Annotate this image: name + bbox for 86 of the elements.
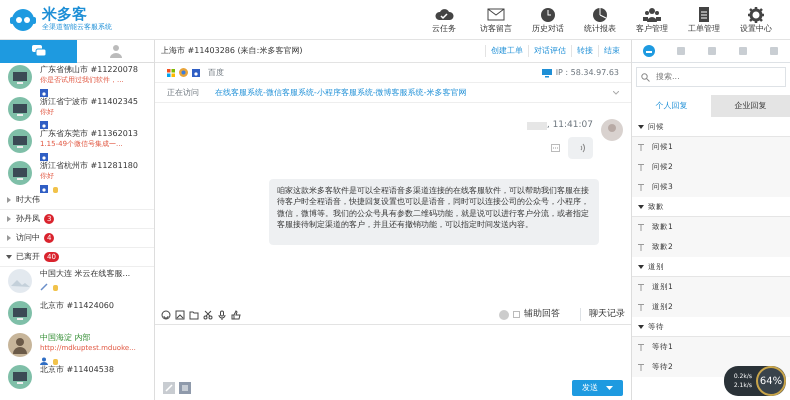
microphone-icon[interactable]: [217, 310, 227, 320]
text-icon: [638, 344, 644, 350]
action-button[interactable]: 转接: [571, 45, 598, 57]
blurred-name: [526, 122, 547, 130]
visiting-label: 正在访问: [167, 86, 199, 98]
text-icon: [638, 304, 644, 310]
monitor-avatar-icon: [8, 129, 32, 153]
action-button[interactable]: 结束: [598, 45, 625, 57]
hand-icon: [52, 357, 59, 365]
list-icon[interactable]: [179, 382, 191, 394]
headset-mascot-icon: [8, 6, 38, 32]
text-icon: [638, 224, 644, 230]
gear-icon[interactable]: [746, 4, 766, 22]
person-icon: [108, 44, 122, 58]
group-label: 访问中: [16, 232, 40, 244]
group-label: 已离开: [16, 251, 40, 263]
emoji-icon[interactable]: [161, 310, 171, 320]
paw-icon: [192, 68, 200, 76]
message-bubble: 咱家这款米多客软件是可以全程语音多渠道连接的在线客服软件，可以帮助我们客服在接待客户时全程语音，快捷回复设置也可以是语音，同时可以连接公司的公众号，小程序，微信，微博等。我们的公众号具有参数二维码功能，就是说可以进行客户分流，或者指定客服接待制定渠道的客户，并且还有撤销功能，可以指定时间发送内容。: [269, 178, 599, 245]
visitor-name[interactable]: 北京市 #11424060: [40, 301, 114, 311]
monitor-avatar-icon: [8, 161, 32, 185]
action-button[interactable]: 创建工单: [485, 45, 528, 57]
assist-checkbox[interactable]: [513, 311, 520, 318]
monitor-avatar-icon: [8, 365, 32, 389]
group-label: 孙丹凤: [16, 213, 40, 225]
browser-logo-icon: [179, 68, 188, 77]
chats-tab[interactable]: [0, 40, 77, 63]
text-icon: [638, 364, 644, 370]
text-icon: [638, 144, 644, 150]
monitor-avatar-icon: [8, 301, 32, 325]
monitor-avatar-icon: [8, 97, 32, 121]
assist-label: 辅助回答: [524, 308, 560, 321]
nav-label[interactable]: 工单管理: [688, 22, 720, 34]
scissors-icon[interactable]: [203, 310, 213, 320]
text-icon: [638, 244, 644, 250]
more-icon: [551, 144, 560, 152]
chat-title: 上海市 #11403286 (来自:米多客官网): [161, 45, 302, 57]
image-icon[interactable]: [175, 310, 185, 320]
visitor-name[interactable]: 中国大连 米云在线客服...: [40, 269, 130, 279]
landscape-avatar-icon: [8, 269, 32, 293]
monitor-avatar-icon: [8, 65, 32, 89]
visiting-link[interactable]: 在线客服系统-微信客服系统-小程序客服系统-微博客服系统-米多客官网: [215, 86, 467, 98]
hand-icon: [52, 283, 59, 291]
chat-history-link[interactable]: 聊天记录: [580, 308, 625, 322]
nav-label[interactable]: 设置中心: [740, 22, 772, 34]
visitor-name[interactable]: 浙江省宁波市 #11402345: [40, 97, 138, 107]
person-icon: [40, 357, 48, 365]
nav-label[interactable]: 统计报表: [584, 22, 616, 34]
chat-bubbles-icon: [30, 44, 46, 58]
chevron-down-icon: [613, 90, 619, 94]
search-engine: 百度: [208, 66, 224, 78]
search-icon: [641, 72, 650, 82]
text-icon: [638, 164, 644, 170]
visitor-name[interactable]: 广东省东莞市 #11362013: [40, 129, 138, 139]
group-label: 时大伟: [16, 194, 40, 206]
hand-icon: [52, 185, 59, 193]
visitor-name[interactable]: 中国海淀 内部: [40, 333, 136, 343]
windows-logo-icon: [167, 68, 175, 76]
paw-icon: [40, 89, 48, 97]
folder-icon[interactable]: [189, 310, 199, 320]
nav-label[interactable]: 云任务: [432, 22, 456, 34]
visitor-name[interactable]: 北京市 #11404538: [40, 365, 114, 375]
message-time: , 11:41:07: [546, 119, 593, 132]
search-field[interactable]: 搜索...: [636, 67, 786, 87]
user-avatar-icon: [499, 310, 509, 320]
visitor-name[interactable]: 广东省佛山市 #11220078: [40, 65, 138, 75]
reply-tab[interactable]: 企业回复: [711, 95, 790, 117]
nav-label[interactable]: 访客留言: [480, 22, 512, 34]
usage-gauge: 64%: [756, 366, 786, 396]
ip-address: IP : 58.34.97.63: [556, 66, 619, 78]
nav-label[interactable]: 历史对话: [532, 22, 564, 34]
avatar-icon: [601, 119, 623, 141]
text-icon: [638, 184, 644, 190]
visitor-name[interactable]: 浙江省杭州市 #11281180: [40, 161, 138, 171]
paw-icon: [40, 121, 48, 129]
person-avatar-icon: [8, 333, 32, 357]
paw-icon: [40, 185, 48, 193]
paw-icon: [40, 153, 48, 161]
group-row[interactable]: 时大伟: [0, 191, 154, 210]
monitor-icon: [542, 68, 552, 78]
thumbs-up-icon[interactable]: [231, 310, 241, 320]
caret-down-icon: [606, 386, 613, 390]
nav-label[interactable]: 客户管理: [636, 22, 668, 34]
action-button[interactable]: 对话评估: [528, 45, 571, 57]
text-icon: [638, 284, 644, 290]
logo-text: 米多客: [42, 6, 88, 22]
